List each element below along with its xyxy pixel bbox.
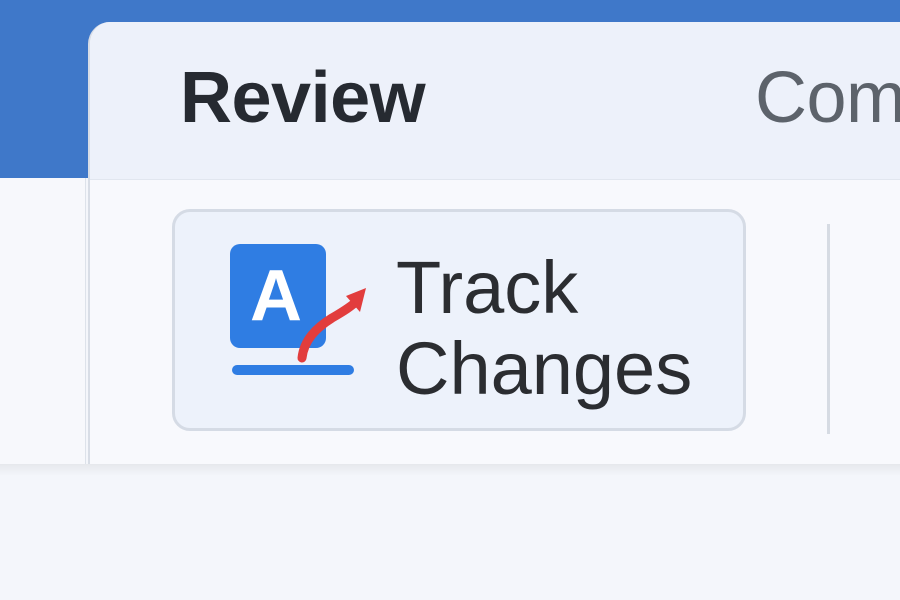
ribbon-shadow [0,464,900,476]
tab-comments[interactable]: Com [755,62,900,134]
ribbon-body: A Track Changes [90,180,900,464]
track-changes-button[interactable]: A Track Changes [172,209,746,431]
track-changes-icon: A [230,244,366,375]
tab-strip: Review Com [90,22,900,180]
tab-review[interactable]: Review [180,62,426,134]
svg-text:A: A [250,256,302,336]
track-changes-label: Track Changes [396,246,693,411]
ribbon-divider [827,224,830,434]
ribbon-window: Review Com A Track Changes [88,22,900,464]
left-pane [0,178,86,464]
